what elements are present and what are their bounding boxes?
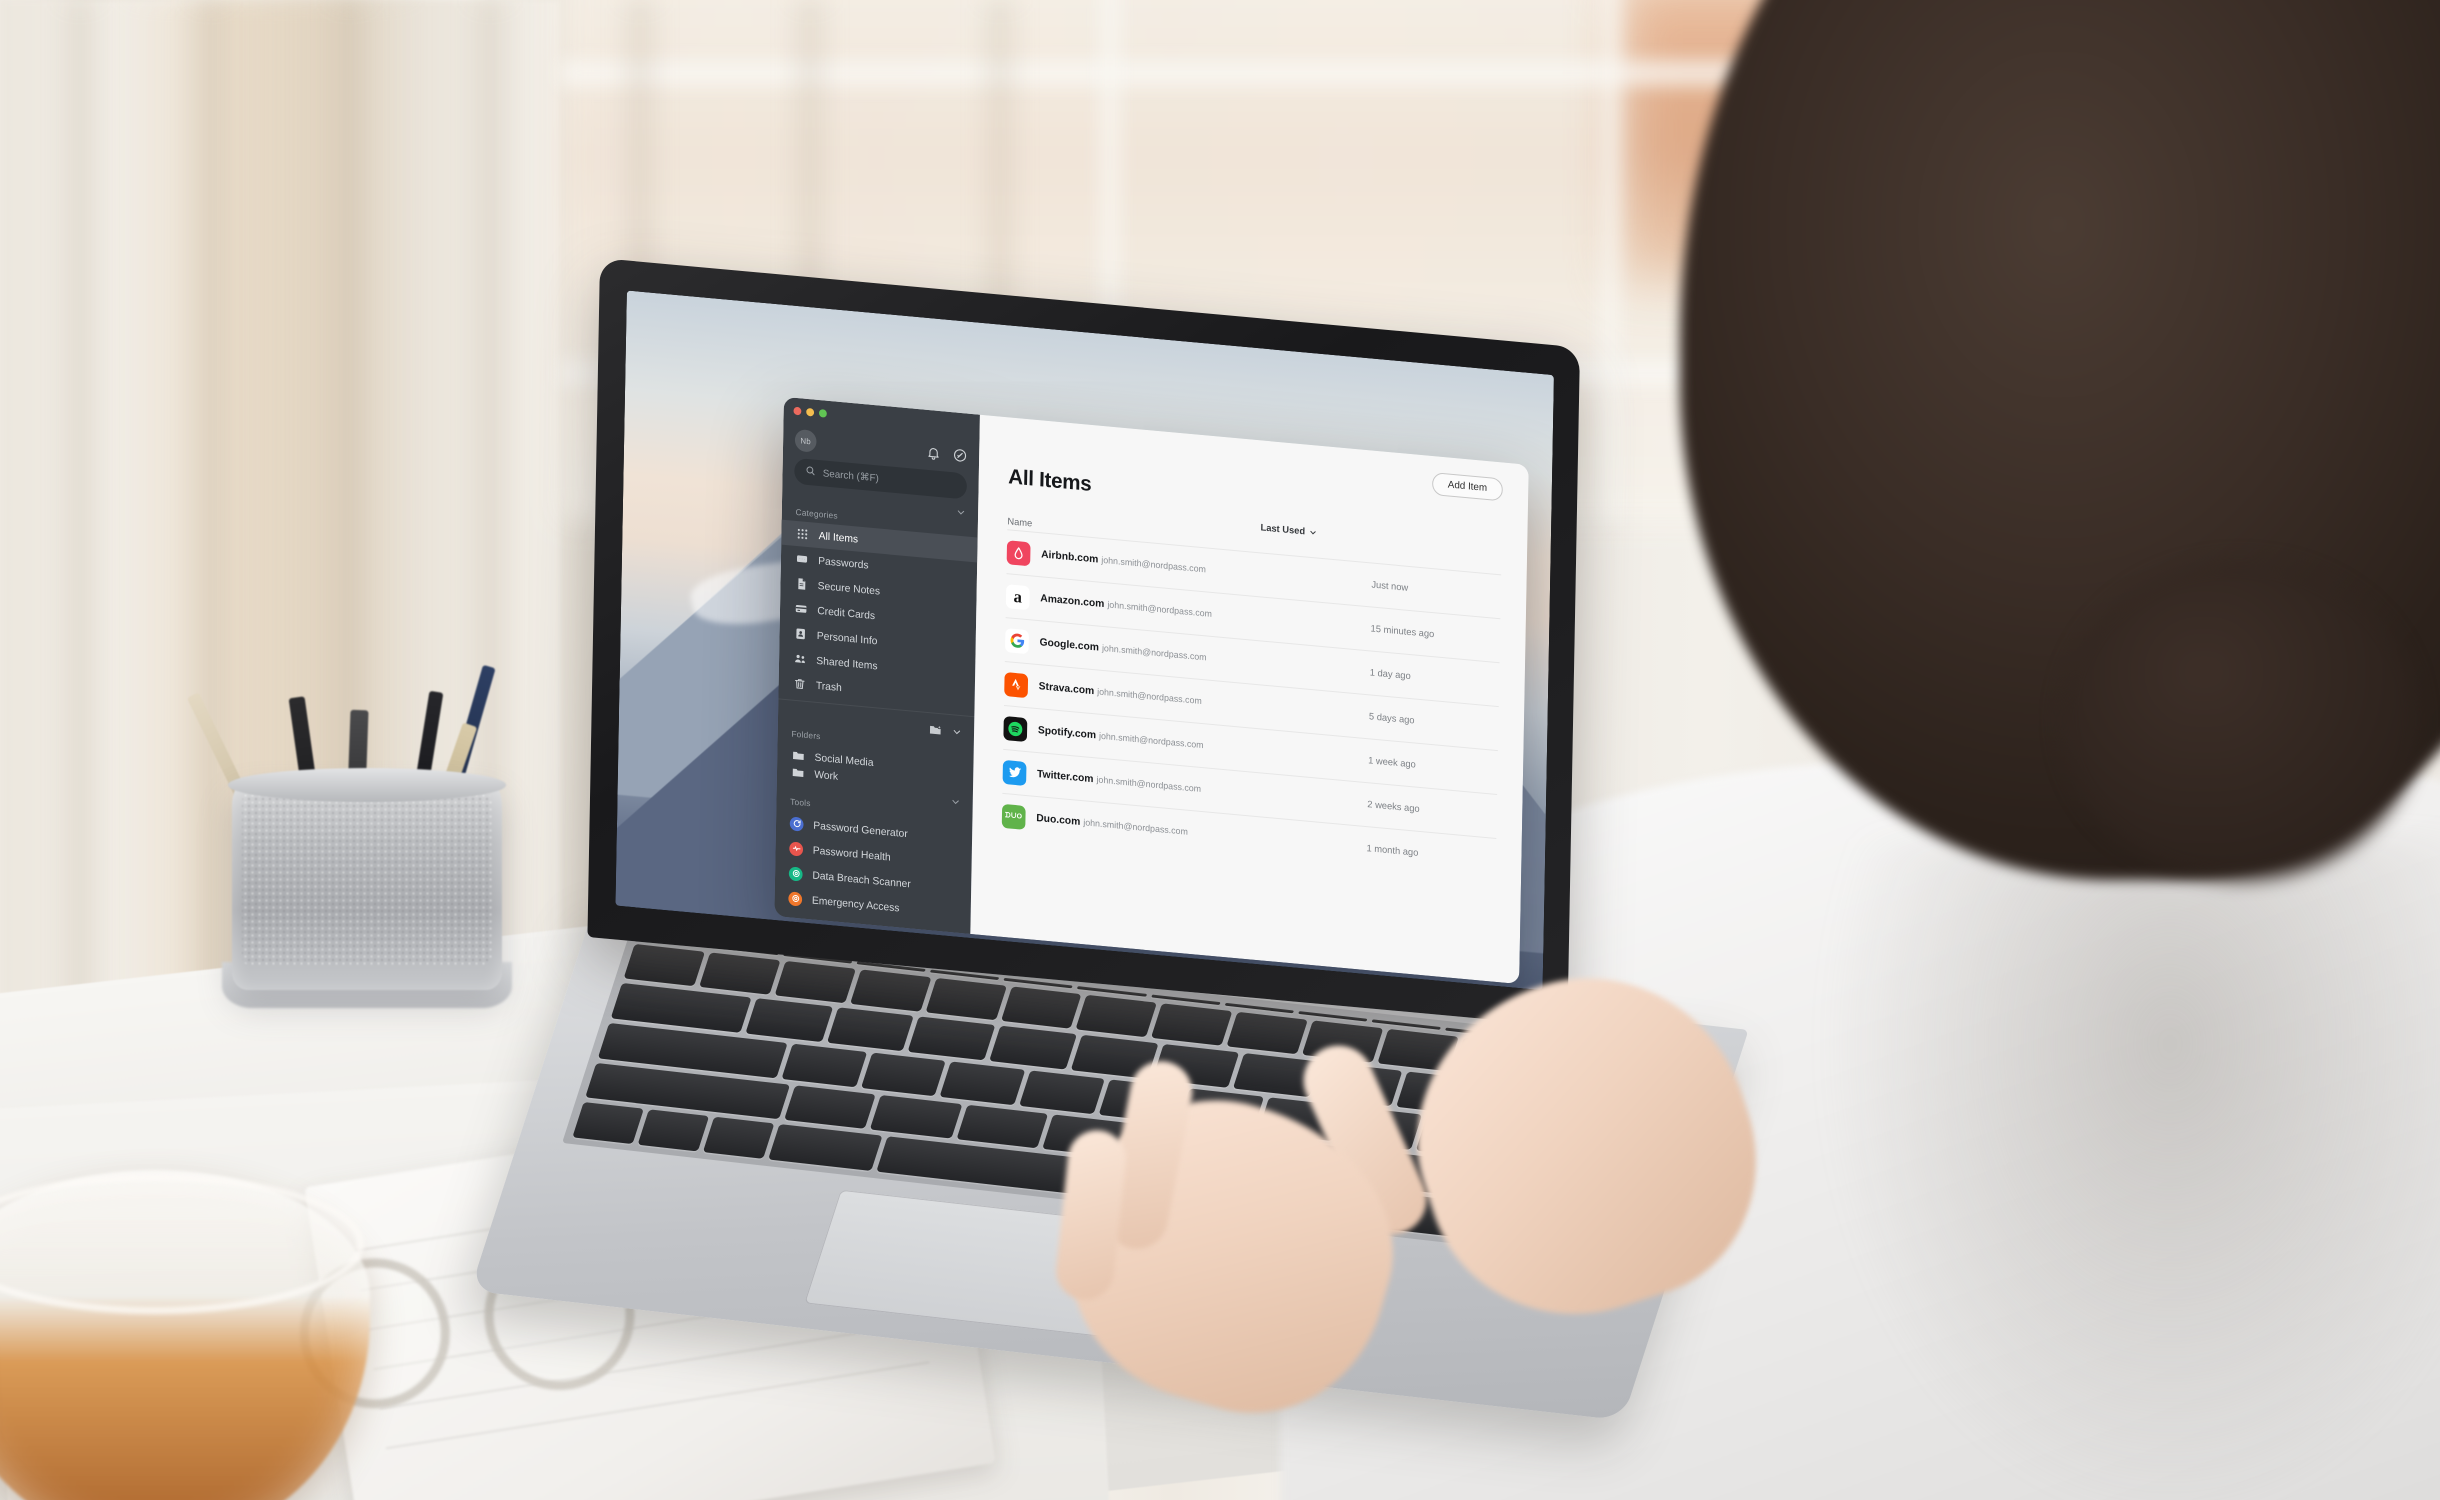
window-mullion-right	[1600, 0, 1620, 520]
window-mullion-top	[560, 60, 1840, 86]
shoulder-shadow	[1820, 840, 2440, 1500]
window-mullion-left	[1100, 0, 1120, 520]
window-mullion-bottom	[560, 360, 1840, 386]
tea-glass	[0, 1170, 370, 1500]
pen-holder-cup	[232, 780, 502, 990]
pen-holder-rim	[228, 768, 506, 802]
pen-holder	[186, 664, 512, 1008]
person-hair-bun	[2060, 560, 2420, 880]
